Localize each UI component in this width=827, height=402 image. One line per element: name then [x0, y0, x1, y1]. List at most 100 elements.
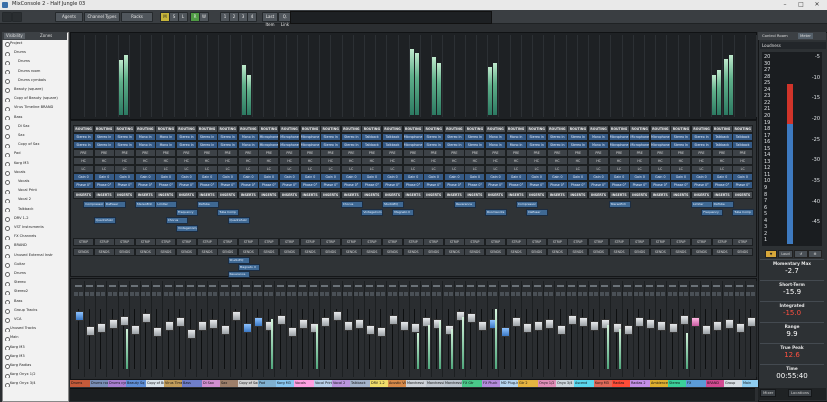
mute-button[interactable] — [477, 292, 482, 296]
channel-name[interactable]: FX — [686, 380, 708, 387]
high-cut-filter[interactable]: HC — [299, 157, 321, 165]
solo-button[interactable] — [258, 292, 263, 296]
channel-name[interactable]: BRAND — [706, 380, 726, 387]
mute-button[interactable] — [421, 292, 426, 296]
routing-header[interactable]: ROUTING — [567, 125, 589, 133]
insert-slot[interactable]: Quadrafuzz — [93, 217, 116, 224]
solo-button[interactable] — [706, 292, 711, 296]
volume-fader[interactable] — [724, 319, 734, 329]
routing-output[interactable]: Talkback — [711, 141, 733, 149]
high-cut-filter[interactable]: HC — [691, 157, 712, 165]
volume-fader[interactable] — [702, 325, 712, 335]
routing-input[interactable]: Stereo In — [217, 133, 239, 141]
channel-name[interactable]: DRV 1-2 — [370, 380, 390, 387]
low-cut-filter[interactable]: LC — [361, 165, 383, 173]
pre-header[interactable]: PRE — [423, 149, 445, 157]
inserts-header[interactable]: INSERTS — [670, 191, 692, 199]
solo-button[interactable] — [370, 292, 375, 296]
solo-button[interactable] — [471, 292, 475, 296]
solo-button[interactable] — [728, 292, 733, 296]
visibility-toggle-icon[interactable] — [5, 115, 10, 121]
mute-button[interactable] — [678, 292, 683, 296]
solo-button[interactable] — [359, 292, 363, 296]
high-cut-filter[interactable]: HC — [588, 157, 609, 165]
gain-control[interactable]: Gain 0 — [134, 173, 156, 181]
visibility-toggle-icon[interactable] — [5, 60, 10, 66]
volume-fader[interactable] — [142, 313, 152, 323]
solo-button[interactable] — [157, 292, 162, 296]
gain-control[interactable]: Gain 0 — [711, 173, 733, 181]
insert-slot[interactable]: Limiter — [155, 201, 178, 208]
strip-header[interactable]: STRIP — [567, 238, 589, 246]
low-cut-filter[interactable]: LC — [649, 165, 671, 173]
mute-button[interactable] — [746, 292, 750, 296]
inserts-header[interactable]: INSERTS — [526, 191, 548, 199]
channel-name[interactable]: Copy of Sax — [238, 380, 260, 387]
volume-fader[interactable] — [355, 319, 364, 329]
visibility-item[interactable]: Pad — [4, 151, 66, 158]
routing-header[interactable]: ROUTING — [155, 125, 177, 133]
pan-control[interactable] — [713, 285, 721, 287]
phase-button[interactable]: Phase 0° — [299, 181, 321, 189]
volume-fader[interactable] — [691, 317, 700, 327]
high-cut-filter[interactable]: HC — [196, 157, 218, 165]
solo-button[interactable] — [448, 292, 453, 296]
visibility-item[interactable]: Unused Tracks — [4, 326, 66, 332]
routing-input[interactable]: Stereo In — [320, 133, 342, 141]
pan-control[interactable] — [601, 285, 609, 287]
volume-fader[interactable] — [478, 321, 488, 331]
routing-header[interactable]: ROUTING — [464, 125, 486, 133]
routing-header[interactable]: ROUTING — [73, 125, 94, 133]
gain-control[interactable]: Gain 0 — [340, 173, 362, 181]
pre-header[interactable]: PRE — [382, 149, 403, 157]
high-cut-filter[interactable]: HC — [93, 157, 115, 165]
gain-control[interactable]: Gain 0 — [464, 173, 486, 181]
pan-control[interactable] — [97, 285, 105, 287]
solo-button[interactable] — [213, 292, 218, 296]
high-cut-filter[interactable]: HC — [629, 157, 651, 165]
pre-header[interactable]: PRE — [134, 149, 156, 157]
channel-name[interactable]: Vocal 2 — [332, 380, 352, 387]
routing-output[interactable]: Stereo In — [464, 141, 486, 149]
routing-header[interactable]: ROUTING — [505, 125, 527, 133]
pre-header[interactable]: PRE — [237, 149, 259, 157]
volume-fader[interactable] — [119, 316, 129, 326]
gain-control[interactable]: Gain 0 — [732, 173, 754, 181]
inserts-header[interactable]: INSERTS — [361, 191, 383, 199]
pan-control[interactable] — [679, 285, 687, 287]
visibility-item[interactable]: BRAND — [4, 243, 66, 250]
volume-fader[interactable] — [713, 321, 723, 331]
visibility-item[interactable]: Sax — [4, 133, 66, 139]
sends-header[interactable]: SENDS — [134, 248, 156, 256]
routing-input[interactable]: Talkback — [711, 133, 733, 141]
channel-name[interactable]: MD Plug-in — [500, 380, 520, 387]
pan-control[interactable] — [86, 285, 94, 287]
strip-header[interactable]: STRIP — [73, 238, 94, 246]
high-cut-filter[interactable]: HC — [670, 157, 692, 165]
routing-input[interactable]: Stereo In — [546, 133, 568, 141]
routing-input[interactable]: Stereo In — [196, 133, 218, 141]
routing-output[interactable]: Stereo In — [691, 141, 712, 149]
volume-fader[interactable] — [86, 326, 96, 336]
channel-name[interactable]: Group — [724, 380, 744, 387]
visibility-toggle-icon[interactable] — [5, 318, 10, 323]
inserts-header[interactable]: INSERTS — [443, 191, 465, 199]
routing-input[interactable]: Mono In — [237, 133, 259, 141]
pan-control[interactable] — [343, 285, 351, 287]
high-cut-filter[interactable]: HC — [402, 157, 424, 165]
insert-slot[interactable]: DaTube — [711, 201, 734, 208]
strip-header[interactable]: STRIP — [155, 238, 177, 246]
pan-control[interactable] — [612, 285, 620, 287]
mute-button[interactable] — [690, 292, 694, 296]
pan-control[interactable] — [511, 285, 519, 287]
visibility-toggle-icon[interactable] — [5, 88, 10, 93]
channel-name[interactable]: Acustic Vib — [388, 380, 408, 387]
high-cut-filter[interactable]: HC — [155, 157, 177, 165]
pan-control[interactable] — [276, 285, 284, 287]
high-cut-filter[interactable]: HC — [279, 157, 300, 165]
channel-name[interactable]: Korg M3 — [594, 380, 614, 387]
phase-button[interactable]: Phase 0° — [279, 181, 300, 189]
volume-fader[interactable] — [399, 321, 409, 331]
inserts-header[interactable]: INSERTS — [299, 191, 321, 199]
phase-button[interactable]: Phase 0° — [217, 181, 239, 189]
